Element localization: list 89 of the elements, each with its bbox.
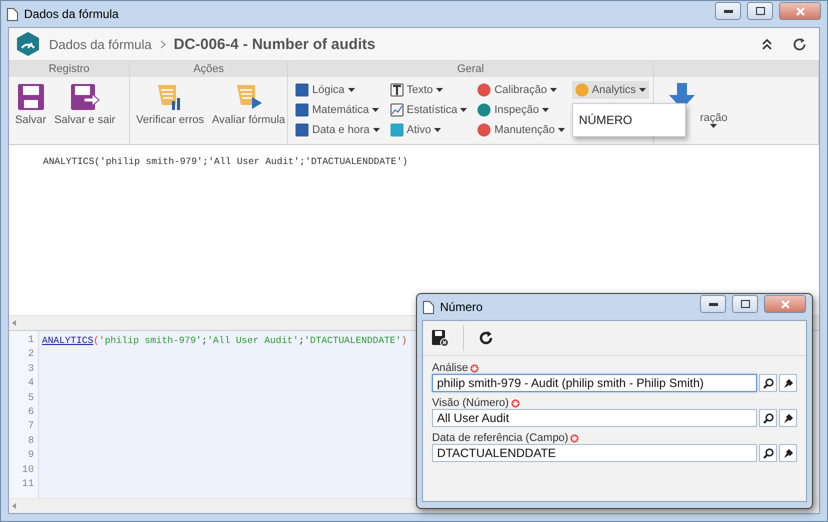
caret-icon <box>638 88 646 92</box>
text-field[interactable]: philip smith-979 - Audit (philip smith - Philip Smith) <box>432 374 757 392</box>
group-label: Geral <box>457 63 484 75</box>
menu-button[interactable]: Inspeção <box>474 101 552 119</box>
clear-button[interactable] <box>779 444 797 462</box>
clear-button[interactable] <box>779 409 797 427</box>
close-icon <box>780 300 790 308</box>
save-icon <box>16 83 45 111</box>
brush-icon <box>782 448 794 458</box>
brush-icon <box>782 378 794 388</box>
line-number: 2 <box>28 349 34 362</box>
field-label: Análise <box>432 362 468 374</box>
line-number: 5 <box>28 392 34 406</box>
caret-icon <box>372 108 379 112</box>
ribbon-button[interactable]: ração <box>658 81 730 133</box>
ribbon-button[interactable]: Avaliar fórmula <box>210 81 288 133</box>
page-title: DC-006-4 - Number of audits <box>174 36 376 52</box>
caret-icon <box>460 108 468 112</box>
refresh-icon[interactable] <box>792 36 807 52</box>
caret-icon <box>348 88 355 92</box>
chevron-icon <box>160 40 166 48</box>
caret-icon <box>372 128 380 132</box>
ribbon-button[interactable]: Salvar <box>13 81 48 133</box>
menu-button[interactable]: Texto <box>386 81 446 99</box>
document-icon <box>423 300 434 314</box>
caret-icon <box>436 88 443 92</box>
group-label: Ações <box>193 63 224 75</box>
line-number: 7 <box>28 421 34 434</box>
save-exit-icon <box>70 83 100 111</box>
line-number: 11 <box>22 478 34 492</box>
caret-icon <box>542 108 550 112</box>
line-number: 6 <box>28 406 34 420</box>
line-number: 8 <box>28 436 34 449</box>
search-icon <box>762 448 774 458</box>
close-button[interactable] <box>764 295 806 313</box>
document-icon <box>7 8 18 20</box>
caret-icon <box>558 128 565 132</box>
clear-button[interactable] <box>779 374 797 392</box>
minimize-button[interactable] <box>715 2 741 20</box>
brush-icon <box>782 412 794 424</box>
ribbon-button[interactable]: Verificar erros <box>134 81 206 133</box>
ribbon-button[interactable]: Salvar e sair <box>52 81 118 133</box>
logo-icon <box>15 31 41 57</box>
menu-button[interactable]: Manutenção <box>474 121 568 139</box>
field-label: Visão (Número) <box>432 397 509 409</box>
search-button[interactable] <box>759 444 777 462</box>
minimize-button[interactable] <box>700 295 726 313</box>
code-line: ANALYTICS('philip smith-979';'All User Audit';'DTACTUALENDDATE') <box>42 335 407 348</box>
formula-text: ANALYTICS('philip smith-979';'All User Audit';'DTACTUALENDDATE') <box>43 156 408 167</box>
maximize-button[interactable] <box>747 2 773 20</box>
line-number: 10 <box>22 464 34 478</box>
menu-button[interactable]: Estatística <box>386 101 470 119</box>
maximize-icon <box>756 7 764 15</box>
line-chart-icon <box>390 103 404 117</box>
line-number: 1 <box>28 335 34 348</box>
menu-button[interactable]: Ativo <box>386 121 444 139</box>
caret-icon <box>550 88 557 92</box>
search-icon <box>762 378 774 388</box>
search-icon <box>762 412 774 424</box>
search-button[interactable] <box>759 374 777 392</box>
minimize-icon <box>724 10 732 12</box>
group-label: Registro <box>48 63 90 75</box>
caret-icon <box>710 124 718 128</box>
text-field[interactable]: All User Audit <box>432 409 757 427</box>
refresh-icon[interactable] <box>478 330 494 346</box>
close-button[interactable] <box>779 2 821 20</box>
field-label: Data de referência (Campo) <box>432 432 568 444</box>
letter-icon <box>390 83 404 97</box>
caret-icon <box>434 128 442 132</box>
menu-button[interactable]: Data e hora <box>292 121 383 139</box>
maximize-button[interactable] <box>732 295 758 313</box>
search-button[interactable] <box>759 409 777 427</box>
maximize-icon <box>740 300 750 308</box>
text-field[interactable]: DTACTUALENDDATE <box>432 444 757 462</box>
line-number: 3 <box>28 364 34 377</box>
dialog-title: Número <box>440 300 484 314</box>
menu-button[interactable]: Matemática <box>292 101 382 119</box>
line-number: 4 <box>28 378 34 392</box>
minimize-icon <box>708 302 718 306</box>
line-number: 9 <box>28 450 34 464</box>
menu-button[interactable]: Lógica <box>292 81 358 99</box>
close-icon <box>796 6 804 16</box>
menu-item[interactable]: NÚMERO <box>572 113 638 127</box>
breadcrumb-link[interactable]: Dados da fórmula <box>49 36 152 52</box>
save-close-icon[interactable] <box>431 329 449 347</box>
window-title: Dados da fórmula <box>24 7 120 21</box>
menu-button[interactable]: Analytics <box>572 81 649 99</box>
menu-button[interactable]: Calibração <box>474 81 560 99</box>
collapse-icon[interactable] <box>762 38 772 50</box>
